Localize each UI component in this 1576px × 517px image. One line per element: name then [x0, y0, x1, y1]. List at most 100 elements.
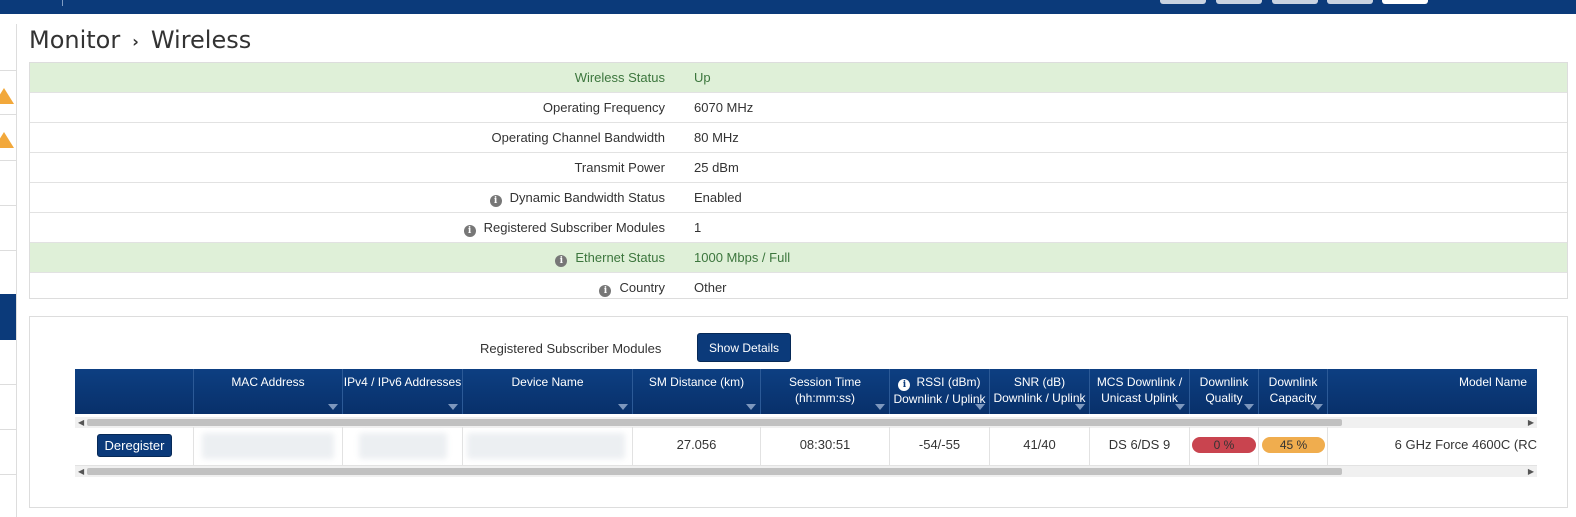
info-circle-icon[interactable]: i: [489, 195, 502, 207]
sidebar-divider: [0, 429, 16, 430]
breadcrumb: Monitor › Wireless: [29, 26, 251, 54]
horizontal-scrollbar-bottom[interactable]: ◀ ▶: [75, 466, 1537, 477]
page-title: Wireless: [150, 26, 252, 54]
column-header-mac[interactable]: MAC Address: [194, 369, 343, 414]
table-row: Deregister 27.056 08:30:51 -54/-55 41/40…: [75, 427, 1537, 466]
capacity-badge: 45 %: [1262, 437, 1325, 453]
redacted-mac-address: [202, 433, 334, 459]
status-row-dynamic-bandwidth: i Dynamic Bandwidth Status Enabled: [30, 183, 1567, 213]
sidebar-divider: [0, 160, 16, 161]
model-name-cell: 6 GHz Force 4600C (RC: [1394, 437, 1537, 452]
status-value: 1: [694, 220, 702, 235]
sidebar-divider: [0, 205, 16, 206]
status-row-ethernet-status: i Ethernet Status 1000 Mbps / Full: [30, 243, 1567, 273]
status-row-registered-sms: i Registered Subscriber Modules 1: [30, 213, 1567, 243]
status-value: 25 dBm: [694, 160, 739, 175]
sort-caret-icon[interactable]: [328, 404, 338, 410]
topbar-button[interactable]: [1160, 0, 1206, 4]
column-header-snr[interactable]: SNR (dB) Downlink / Uplink: [990, 369, 1090, 414]
topbar-button[interactable]: [1327, 0, 1373, 4]
device-name-cell: [463, 427, 633, 465]
mcs-cell: DS 6/DS 9: [1090, 427, 1190, 465]
column-header-mcs[interactable]: MCS Downlink / Unicast Uplink: [1090, 369, 1190, 414]
sidebar-divider: [0, 384, 16, 385]
sort-caret-icon[interactable]: [448, 404, 458, 410]
sort-caret-icon[interactable]: [1244, 404, 1254, 410]
breadcrumb-monitor[interactable]: Monitor: [29, 26, 120, 54]
column-header-ip[interactable]: IPv4 / IPv6 Addresses: [343, 369, 463, 414]
snr-cell: 41/40: [990, 427, 1090, 465]
scrollbar-thumb[interactable]: [87, 419, 1342, 426]
quality-badge: 0 %: [1192, 437, 1256, 453]
sort-caret-icon[interactable]: [875, 404, 885, 410]
sidebar-divider: [0, 114, 16, 115]
ip-address-cell: [343, 427, 463, 465]
status-label: i Country: [599, 280, 665, 297]
topbar-button[interactable]: [1272, 0, 1318, 4]
status-value: Up: [694, 70, 711, 85]
sort-caret-icon[interactable]: [1175, 404, 1185, 410]
column-header-device-name[interactable]: Device Name: [463, 369, 633, 414]
scroll-right-icon[interactable]: ▶: [1528, 418, 1534, 427]
downlink-capacity-cell: 45 %: [1259, 427, 1328, 465]
topbar-divider: [62, 0, 63, 6]
rssi-cell: -54/-55: [890, 427, 990, 465]
scroll-left-icon[interactable]: ◀: [78, 418, 84, 427]
status-label: i Ethernet Status: [555, 250, 665, 267]
scrollbar-thumb[interactable]: [87, 468, 1342, 475]
info-circle-icon[interactable]: i: [599, 285, 612, 297]
chevron-right-icon: ›: [132, 31, 139, 51]
warning-triangle-icon[interactable]: [0, 132, 14, 148]
column-header-model-name[interactable]: Model Name: [1328, 369, 1537, 414]
scroll-left-icon[interactable]: ◀: [78, 467, 84, 476]
wireless-status-panel: Wireless Status Up Operating Frequency 6…: [29, 62, 1568, 299]
status-label: Transmit Power: [574, 160, 665, 175]
sidebar-item-active[interactable]: [0, 294, 16, 340]
sort-caret-icon[interactable]: [975, 404, 985, 410]
sort-caret-icon[interactable]: [1313, 404, 1323, 410]
registered-sm-label: Registered Subscriber Modules: [480, 341, 662, 356]
status-row-channel-bandwidth: Operating Channel Bandwidth 80 MHz: [30, 123, 1567, 153]
status-label: Wireless Status: [574, 70, 665, 85]
redacted-device-name: [467, 433, 625, 459]
status-label: i Registered Subscriber Modules: [463, 220, 665, 237]
scroll-right-icon[interactable]: ▶: [1528, 467, 1534, 476]
status-value: 6070 MHz: [694, 100, 754, 115]
redacted-ip-address: [359, 433, 447, 459]
sort-caret-icon[interactable]: [1075, 404, 1085, 410]
column-header-action: [75, 369, 194, 414]
topbar-button[interactable]: [1382, 0, 1428, 4]
info-circle-icon[interactable]: i: [898, 379, 911, 391]
status-row-operating-frequency: Operating Frequency 6070 MHz: [30, 93, 1567, 123]
status-row-transmit-power: Transmit Power 25 dBm: [30, 153, 1567, 183]
downlink-quality-cell: 0 %: [1190, 427, 1259, 465]
column-header-downlink-quality[interactable]: Downlink Quality: [1190, 369, 1259, 414]
column-header-sm-distance[interactable]: SM Distance (km): [633, 369, 761, 414]
status-row-wireless-status: Wireless Status Up: [30, 63, 1567, 93]
sidebar-divider: [0, 474, 16, 475]
column-header-downlink-capacity[interactable]: Downlink Capacity: [1259, 369, 1328, 414]
show-details-button[interactable]: Show Details: [697, 333, 791, 362]
sort-caret-icon[interactable]: [746, 404, 756, 410]
top-navigation-bar: [0, 0, 1576, 14]
sidebar-divider: [0, 250, 16, 251]
sm-distance-cell: 27.056: [633, 427, 761, 465]
info-circle-icon[interactable]: i: [555, 255, 568, 267]
status-label: i Dynamic Bandwidth Status: [489, 190, 665, 207]
status-value: 80 MHz: [694, 130, 739, 145]
warning-triangle-icon[interactable]: [0, 88, 14, 104]
sidebar: [0, 24, 17, 517]
deregister-button[interactable]: Deregister: [97, 434, 172, 457]
info-circle-icon[interactable]: i: [463, 225, 476, 237]
subscriber-modules-panel: Registered Subscriber Modules Show Detai…: [29, 316, 1568, 508]
sm-table-header: MAC Address IPv4 / IPv6 Addresses Device…: [75, 369, 1537, 414]
status-label: Operating Frequency: [542, 100, 665, 115]
topbar-button[interactable]: [1216, 0, 1262, 4]
action-cell: Deregister: [75, 427, 194, 465]
sort-caret-icon[interactable]: [618, 404, 628, 410]
column-header-session-time[interactable]: Session Time (hh:mm:ss): [761, 369, 890, 414]
column-header-rssi[interactable]: i RSSI (dBm) Downlink / Uplink: [890, 369, 990, 414]
status-value: 1000 Mbps / Full: [694, 250, 791, 265]
session-time-cell: 08:30:51: [761, 427, 890, 465]
sidebar-divider: [0, 70, 16, 71]
